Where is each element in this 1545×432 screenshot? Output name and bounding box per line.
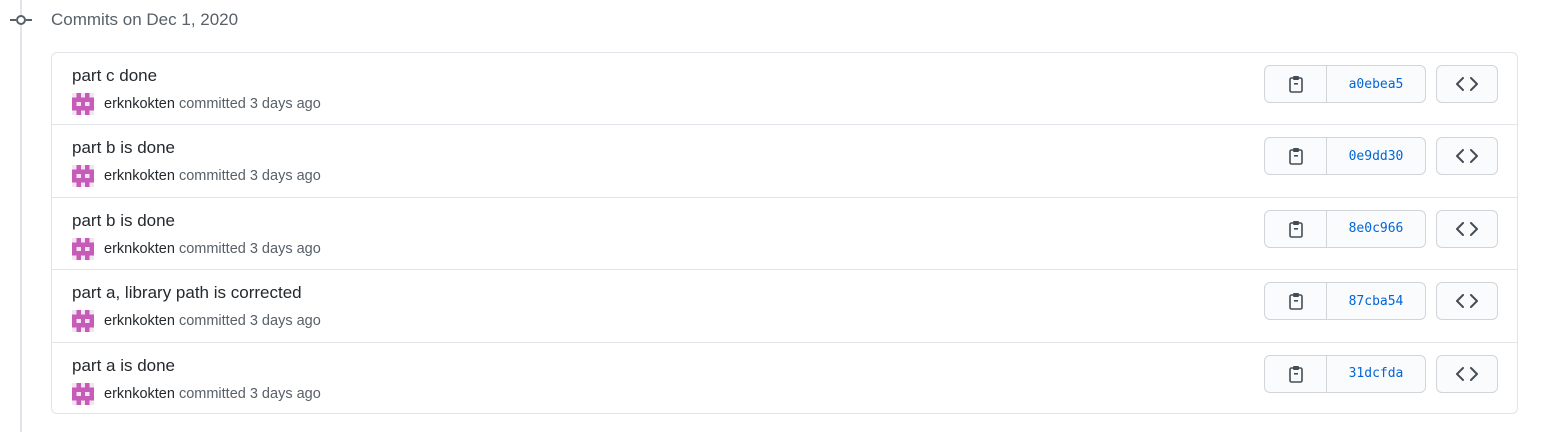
commit-time: committed 3 days ago	[178, 168, 321, 185]
clipboard-icon	[1288, 220, 1303, 238]
code-icon	[1456, 221, 1478, 236]
git-commit-icon	[10, 15, 32, 25]
commit-row: part b is done erknkokten committed 3 da…	[52, 125, 1517, 198]
commit-time: committed 3 days ago	[178, 313, 321, 330]
avatar[interactable]	[72, 382, 94, 405]
code-icon	[1456, 294, 1478, 309]
commit-meta: erknkokten committed 3 days ago	[72, 382, 321, 405]
copy-sha-button[interactable]	[1265, 283, 1327, 320]
commit-author-link[interactable]: erknkokten	[104, 168, 175, 184]
commit-sha-link[interactable]: 0e9dd30	[1327, 138, 1425, 174]
clipboard-icon	[1288, 148, 1303, 166]
commit-meta: erknkokten committed 3 days ago	[72, 93, 321, 115]
commit-row: part a, library path is corrected erknko…	[52, 270, 1517, 343]
avatar[interactable]	[72, 165, 94, 188]
commit-author-link[interactable]: erknkokten	[104, 241, 175, 257]
commit-group-title: Commits on Dec 1, 2020	[51, 10, 239, 29]
commit-title-link[interactable]: part b is done	[72, 138, 175, 158]
avatar[interactable]	[72, 93, 94, 115]
commit-sha-group: 8e0c966	[1264, 209, 1426, 248]
commit-sha-group: 31dcfda	[1264, 354, 1426, 393]
browse-repo-button[interactable]	[1436, 65, 1498, 103]
avatar[interactable]	[72, 237, 94, 260]
browse-repo-button[interactable]	[1436, 282, 1498, 321]
commit-sha-link[interactable]: 87cba54	[1327, 283, 1425, 319]
commit-sha-group: 87cba54	[1264, 282, 1426, 321]
commit-time: committed 3 days ago	[178, 240, 321, 257]
commit-group-header: Commits on Dec 1, 2020	[0, 0, 600, 40]
commit-time: committed 3 days ago	[178, 96, 321, 112]
commit-sha-link[interactable]: 31dcfda	[1327, 356, 1425, 392]
code-icon	[1456, 366, 1478, 381]
commit-row: part b is done erknkokten committed 3 da…	[52, 198, 1517, 271]
copy-sha-button[interactable]	[1265, 210, 1327, 247]
commit-title-link[interactable]: part b is done	[72, 211, 175, 231]
commit-sha-group: 0e9dd30	[1264, 137, 1426, 176]
code-icon	[1456, 149, 1478, 164]
copy-sha-button[interactable]	[1265, 66, 1327, 102]
commit-row: part a is done erknkokten committed 3 da…	[52, 343, 1517, 415]
browse-repo-button[interactable]	[1436, 137, 1498, 176]
browse-repo-button[interactable]	[1436, 354, 1498, 393]
commit-author-link[interactable]: erknkokten	[104, 96, 175, 112]
commit-meta: erknkokten committed 3 days ago	[72, 165, 321, 188]
copy-sha-button[interactable]	[1265, 355, 1327, 392]
commit-sha-group: a0ebea5	[1264, 65, 1426, 103]
timeline-line	[20, 0, 22, 432]
clipboard-icon	[1288, 365, 1303, 383]
browse-repo-button[interactable]	[1436, 209, 1498, 248]
commit-author-link[interactable]: erknkokten	[104, 386, 175, 402]
copy-sha-button[interactable]	[1265, 138, 1327, 175]
commit-title-link[interactable]: part a, library path is corrected	[72, 283, 302, 303]
commit-sha-link[interactable]: 8e0c966	[1327, 211, 1425, 247]
commit-title-link[interactable]: part a is done	[72, 356, 175, 376]
clipboard-icon	[1288, 76, 1303, 93]
commit-sha-link[interactable]: a0ebea5	[1327, 66, 1425, 102]
commit-list: part c done erknkokten committed 3 days …	[51, 52, 1518, 414]
commit-title-link[interactable]: part c done	[72, 66, 157, 86]
commit-time: committed 3 days ago	[178, 385, 321, 402]
avatar[interactable]	[72, 310, 94, 333]
clipboard-icon	[1288, 293, 1303, 310]
commit-meta: erknkokten committed 3 days ago	[72, 237, 321, 260]
code-icon	[1456, 77, 1478, 91]
commit-author-link[interactable]: erknkokten	[104, 313, 175, 329]
commit-meta: erknkokten committed 3 days ago	[72, 310, 321, 333]
commit-row: part c done erknkokten committed 3 days …	[52, 53, 1517, 126]
